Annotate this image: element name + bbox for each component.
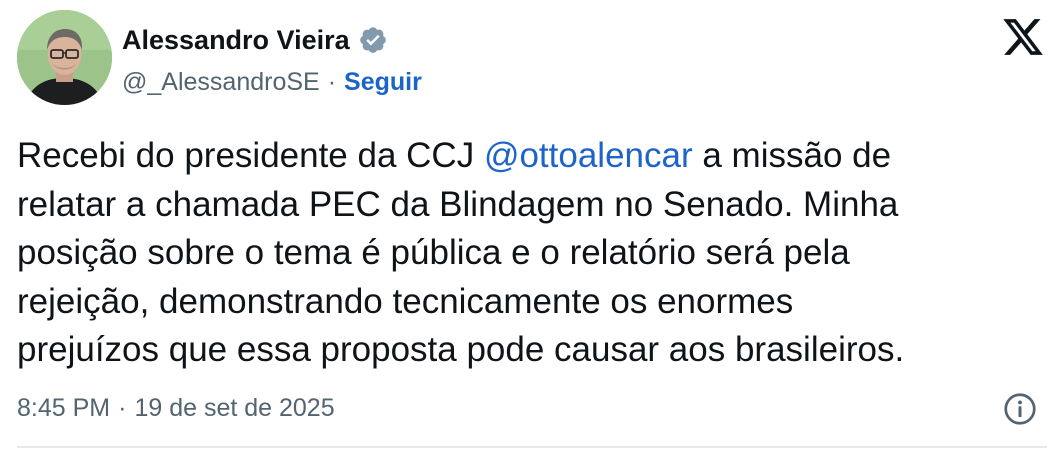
info-icon[interactable] xyxy=(1002,391,1038,427)
mention-link[interactable]: @ottoalencar xyxy=(484,136,693,175)
author-handle[interactable]: @_AlessandroSE xyxy=(122,68,320,97)
tweet-text-segment: Recebi do presidente da CCJ xyxy=(17,136,484,175)
tweet-line: rejeição, demonstrando tecnicamente os e… xyxy=(17,281,794,321)
divider xyxy=(17,446,1047,448)
verified-badge-icon xyxy=(359,27,386,53)
follow-button[interactable]: Seguir xyxy=(344,68,422,97)
tweet-line: relatar a chamada PEC da Blindagem no Se… xyxy=(17,184,899,224)
tweet-text: Recebi do presidente da CCJ @ottoalencar… xyxy=(17,132,1037,375)
avatar[interactable] xyxy=(17,10,112,105)
tweet-line: posição sobre o tema é pública e o relat… xyxy=(17,233,850,272)
author-name-row: Alessandro Vieira xyxy=(122,22,388,58)
author-display-name[interactable]: Alessandro Vieira xyxy=(122,25,350,56)
handle-separator: · xyxy=(327,67,337,96)
tweet-card: Alessandro Vieira @_AlessandroSE · Segui… xyxy=(0,0,1052,450)
tweet-text-segment: a missão de xyxy=(692,136,892,175)
tweet-line: Recebi do presidente da CCJ @ottoalencar… xyxy=(17,132,1037,181)
author-handle-row: @_AlessandroSE · Seguir xyxy=(122,64,422,100)
tweet-date[interactable]: 19 de set de 2025 xyxy=(134,394,334,423)
tweet-time[interactable]: 8:45 PM xyxy=(17,394,110,423)
x-logo-icon[interactable] xyxy=(1000,15,1046,59)
tweet-metadata: 8:45 PM · 19 de set de 2025 xyxy=(17,390,335,426)
meta-separator: · xyxy=(118,393,127,422)
tweet-line: prejuízos que essa proposta pode causar … xyxy=(17,330,905,369)
avatar-photo-icon xyxy=(17,10,112,105)
